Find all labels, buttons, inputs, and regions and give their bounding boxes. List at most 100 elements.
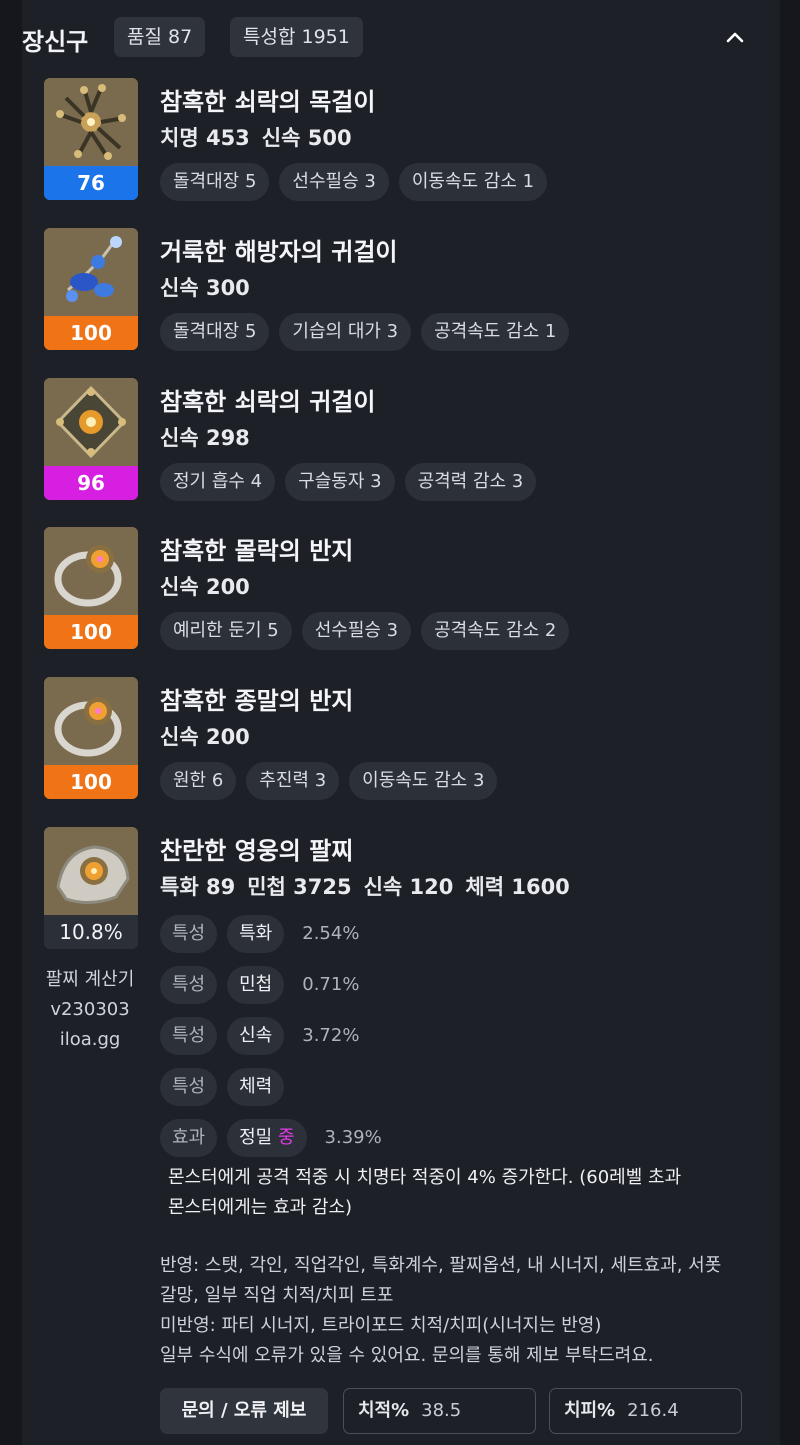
quality-value: 100 [44,615,138,649]
effect-grade: 중 [277,1127,295,1148]
panel-header: 장신구 품질 87 특성합 1951 [22,16,762,58]
option-value: 3.72% [302,1025,360,1046]
option-type-pill: 특성 [160,1017,218,1055]
earring-icon [44,378,138,466]
item-name: 참혹한 종말의 반지 [160,687,354,715]
crit-damage-value: 216.4 [627,1400,679,1421]
accessory-item-ring-1[interactable]: 100 참혹한 몰락의 반지 신속 200 예리한 둔기 5 선수필승 3 공격속도… [22,527,762,650]
engraving-chip: 돌격대장 5 [160,313,270,351]
crit-damage-field[interactable]: 치피% 216.4 [549,1388,742,1434]
option-type-pill: 특성 [160,966,218,1004]
stat-swift: 신속 200 [160,725,250,749]
report-button[interactable]: 문의 / 오류 제보 [160,1388,328,1434]
option-stat-pill: 신속 [227,1017,285,1055]
bracelet-option-row: 특성 특화 2.54% [160,915,359,953]
item-stats: 치명 453 신속 500 [160,122,364,152]
stat-swift: 신속 200 [160,575,250,599]
engraving-chip: 공격속도 감소 2 [421,612,570,650]
option-type-pill: 특성 [160,915,218,953]
earring-thumbnail: 100 [44,228,138,350]
item-name: 참혹한 쇠락의 목걸이 [160,88,376,116]
engraving-chips: 정기 흡수 4 구슬동자 3 공격력 감소 3 [160,463,546,501]
quality-value: 96 [44,466,138,500]
engraving-chip: 추진력 3 [246,762,340,800]
earring-icon [44,228,138,316]
stat-vitality: 체력 1600 [465,875,570,899]
option-value: 3.39% [324,1127,382,1148]
stat-swift: 신속 300 [160,276,250,300]
engraving-chip: 선수필승 3 [279,163,389,201]
engraving-chip: 이동속도 감소 1 [398,163,548,201]
engraving-chips: 예리한 둔기 5 선수필승 3 공격속도 감소 2 [160,612,579,650]
quality-value: 100 [44,765,138,799]
effect-name: 정밀 [239,1127,273,1148]
quality-value: 76 [44,166,138,200]
engraving-chips: 돌격대장 5 선수필승 3 이동속도 감소 1 [160,163,557,201]
engraving-chip: 돌격대장 5 [160,163,270,201]
item-stats: 신속 200 [160,721,262,751]
stat-swift: 신속 500 [261,126,352,150]
note-line: 반영: 스탯, 각인, 직업각인, 특화계수, 팔찌옵션, 내 시너지, 세트효… [160,1255,722,1276]
section-title: 장신구 [22,28,89,56]
item-stats: 신속 300 [160,272,262,302]
bracelet-thumbnail: 10.8% [44,827,138,949]
note-line: 갈망, 일부 직업 치적/치피 트포 [160,1285,394,1306]
engraving-chip: 정기 흡수 4 [160,463,276,501]
stat-specialization: 특화 89 [160,875,236,899]
calc-version: v230303 [50,999,130,1020]
option-stat-pill: 특화 [227,915,285,953]
option-type-pill: 효과 [160,1119,218,1157]
crit-damage-label: 치피% [564,1400,616,1421]
option-value: 0.71% [302,974,360,995]
accessory-item-earring-2[interactable]: 96 참혹한 쇠락의 귀걸이 신속 298 정기 흡수 4 구슬동자 3 공격력 감… [22,378,762,501]
engraving-chip: 구슬동자 3 [285,463,395,501]
bracelet-effect-row: 효과 정밀 중 3.39% [160,1119,382,1157]
accessory-item-necklace[interactable]: 76 참혹한 쇠락의 목걸이 치명 453 신속 500 돌격대장 5 선수필승 3… [22,78,762,201]
option-value: 2.54% [302,923,360,944]
engraving-chip: 공격력 감소 3 [404,463,537,501]
ring-icon [44,677,138,765]
item-name: 참혹한 몰락의 반지 [160,537,354,565]
item-stats: 특화 89 민첩 3725 신속 120 체력 1600 [160,871,582,901]
option-stat-pill: 민첩 [227,966,285,1004]
ring-thumbnail: 100 [44,527,138,649]
accessory-item-ring-2[interactable]: 100 참혹한 종말의 반지 신속 200 원한 6 추진력 3 이동속도 감소 3 [22,677,762,800]
crit-rate-field[interactable]: 치적% 38.5 [343,1388,536,1434]
item-stats: 신속 298 [160,422,262,452]
accessory-item-earring-1[interactable]: 100 거룩한 해방자의 귀걸이 신속 300 돌격대장 5 기습의 대가 3 공격… [22,228,762,351]
crit-rate-label: 치적% [358,1400,410,1421]
engraving-chips: 원한 6 추진력 3 이동속도 감소 3 [160,762,507,800]
engraving-chips: 돌격대장 5 기습의 대가 3 공격속도 감소 1 [160,313,579,351]
stat-dexterity: 민첩 3725 [247,875,352,899]
necklace-thumbnail: 76 [44,78,138,200]
stat-swift: 신속 298 [160,426,250,450]
bracelet-option-row: 특성 체력 [160,1068,294,1106]
option-stat-pill: 체력 [227,1068,285,1106]
stat-crit: 치명 453 [160,126,250,150]
note-line: 미반영: 파티 시너지, 트라이포드 치적/치피(시너지는 반영) [160,1315,602,1336]
quality-badge: 품질 87 [114,17,206,57]
effect-description: 몬스터에게 공격 적중 시 치명타 적중이 4% 증가한다. (60레벨 초과 … [168,1163,738,1223]
crit-rate-value: 38.5 [421,1400,462,1421]
item-name: 찬란한 영웅의 팔찌 [160,837,354,865]
earring-thumbnail: 96 [44,378,138,500]
note-line: 일부 수식에 오류가 있을 수 있어요. 문의를 통해 제보 부탁드려요. [160,1345,654,1366]
item-name: 거룩한 해방자의 귀걸이 [160,238,398,266]
item-name: 참혹한 쇠락의 귀걸이 [160,388,376,416]
quality-value: 100 [44,316,138,350]
effect-line-2: 몬스터에게는 효과 감소) [168,1197,353,1218]
engraving-chip: 공격속도 감소 1 [421,313,570,351]
bracelet-option-row: 특성 신속 3.72% [160,1017,359,1055]
bracelet-percent: 10.8% [44,915,138,949]
effect-line-1: 몬스터에게 공격 적중 시 치명타 적중이 4% 증가한다. (60레벨 초과 [168,1167,682,1188]
engraving-chip: 예리한 둔기 5 [160,612,292,650]
calc-title: 팔찌 계산기 [45,969,135,990]
engraving-chip: 선수필승 3 [301,612,412,650]
accessory-item-bracelet[interactable]: 10.8% 팔찌 계산기 v230303 iloa.gg 찬란한 영웅의 팔찌 … [22,827,762,1237]
effect-name-pill: 정밀 중 [227,1119,307,1157]
engraving-sum-badge: 특성합 1951 [230,17,363,57]
engraving-chip: 원한 6 [160,762,237,800]
ring-icon [44,527,138,615]
chevron-up-icon[interactable] [722,24,748,50]
bracelet-calculator-info: 팔찌 계산기 v230303 iloa.gg [22,965,158,1055]
